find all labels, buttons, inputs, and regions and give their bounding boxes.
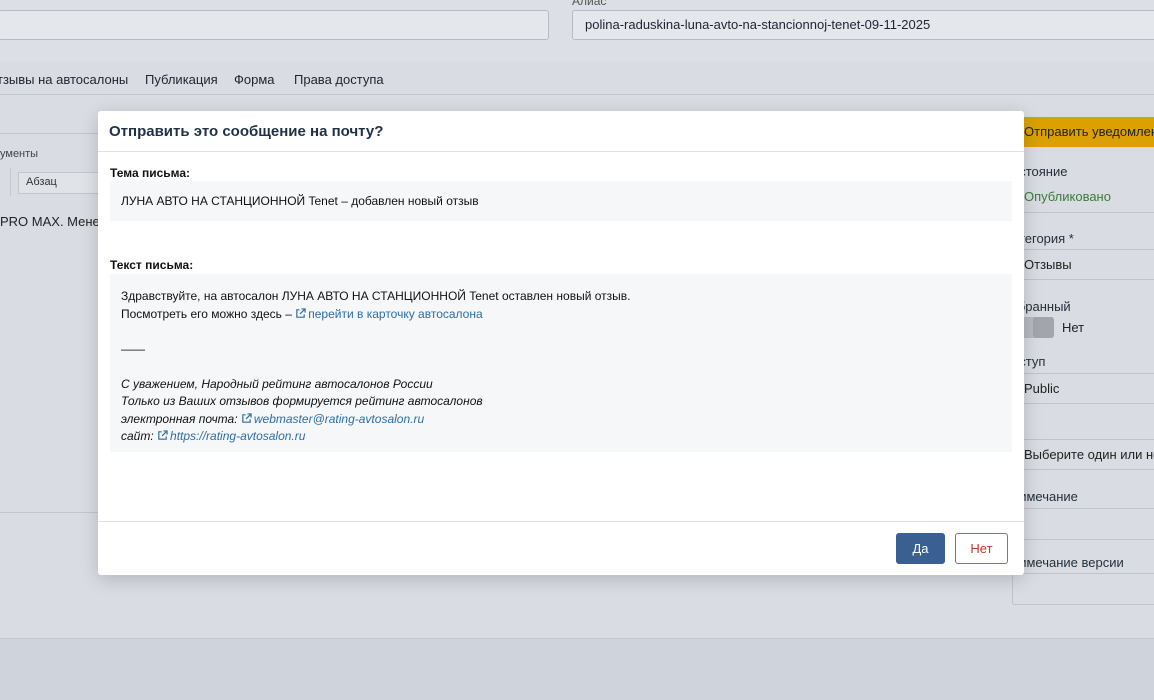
- subject-label: Тема письма:: [110, 166, 191, 180]
- editor-toolbar-label: ументы: [0, 148, 39, 160]
- send-notification-button[interactable]: Отправить уведомление: [1012, 117, 1154, 147]
- subject-value: ЛУНА АВТО НА СТАНЦИОННОЙ Tenet – добавле…: [110, 181, 1012, 221]
- tab-permissions[interactable]: Права доступа: [294, 72, 384, 87]
- yes-button[interactable]: Да: [896, 533, 945, 564]
- tagline-text: Только из Ваших отзывов формируется рейт…: [121, 394, 483, 408]
- tab-form[interactable]: Форма: [234, 72, 275, 87]
- dealer-card-link-text: перейти в карточку автосалона: [308, 306, 483, 321]
- dialog-title: Отправить это сообщение на почту?: [109, 123, 384, 140]
- background-sidebar: Отправить уведомление остояние Опубликов…: [1012, 117, 1154, 607]
- email-link-text: webmaster@rating-avtosalon.ru: [253, 411, 425, 426]
- alias-input[interactable]: polina-raduskina-luna-avto-na-stancionno…: [572, 10, 1154, 40]
- access-select[interactable]: Public: [1012, 373, 1154, 404]
- background-tabs: тзывы на автосалоны Публикация Форма Пра…: [0, 62, 1154, 95]
- external-link-icon: [296, 307, 306, 318]
- email-label: электронная почта:: [121, 411, 238, 426]
- featured-value: Нет: [1062, 320, 1085, 335]
- site-link-text: https://rating-avtosalon.ru: [170, 429, 306, 443]
- dealer-card-link[interactable]: перейти в карточку автосалона: [295, 306, 483, 321]
- background-editor: ументы Абзац PRO MAX. Менедж: [0, 133, 116, 513]
- dialog-header: Отправить это сообщение на почту?: [98, 111, 1024, 152]
- note-input[interactable]: [1012, 508, 1154, 540]
- editor-separator: [10, 168, 11, 196]
- dialog-body: Тема письма: ЛУНА АВТО НА СТАНЦИОННОЙ Te…: [98, 152, 1024, 521]
- signature-separator: ——: [121, 341, 145, 356]
- no-button[interactable]: Нет: [955, 533, 1008, 564]
- external-link-icon: [242, 412, 252, 423]
- category-select[interactable]: Отзывы: [1012, 249, 1154, 280]
- regards-text: С уважением, Народный рейтинг автосалоно…: [121, 376, 433, 391]
- title-input[interactable]: [0, 10, 549, 40]
- background-header: Алиас polina-raduskina-luna-avto-na-stan…: [0, 0, 1154, 62]
- view-text: Посмотреть его можно здесь –: [121, 306, 292, 321]
- email-body: Здравствуйте, на автосалон ЛУНА АВТО НА …: [110, 274, 1012, 452]
- view-line: Посмотреть его можно здесь – перейти в к…: [121, 306, 1001, 324]
- external-link-icon: [158, 430, 168, 440]
- tab-reviews[interactable]: тзывы на автосалоны: [0, 72, 128, 87]
- status-select[interactable]: Опубликовано: [1012, 182, 1154, 213]
- background-footer: [0, 638, 1154, 700]
- tags-input[interactable]: Выберите один или несколько: [1012, 439, 1154, 470]
- email-link[interactable]: webmaster@rating-avtosalon.ru: [241, 412, 424, 426]
- dialog-footer: Да Нет: [98, 521, 1024, 575]
- email-confirm-dialog: Отправить это сообщение на почту? Тема п…: [98, 111, 1024, 575]
- body-label: Текст письма:: [110, 258, 194, 272]
- site-label: сайт:: [121, 429, 154, 443]
- site-link[interactable]: https://rating-avtosalon.ru: [157, 429, 305, 443]
- version-note-label: римечание версии: [1012, 555, 1124, 570]
- alias-label: Алиас: [572, 0, 607, 8]
- greeting-text: Здравствуйте, на автосалон ЛУНА АВТО НА …: [121, 289, 631, 303]
- tab-publishing[interactable]: Публикация: [145, 72, 218, 87]
- version-note-input[interactable]: [1012, 573, 1154, 605]
- format-select[interactable]: Абзац: [18, 172, 110, 194]
- toggle-knob: [1033, 317, 1054, 338]
